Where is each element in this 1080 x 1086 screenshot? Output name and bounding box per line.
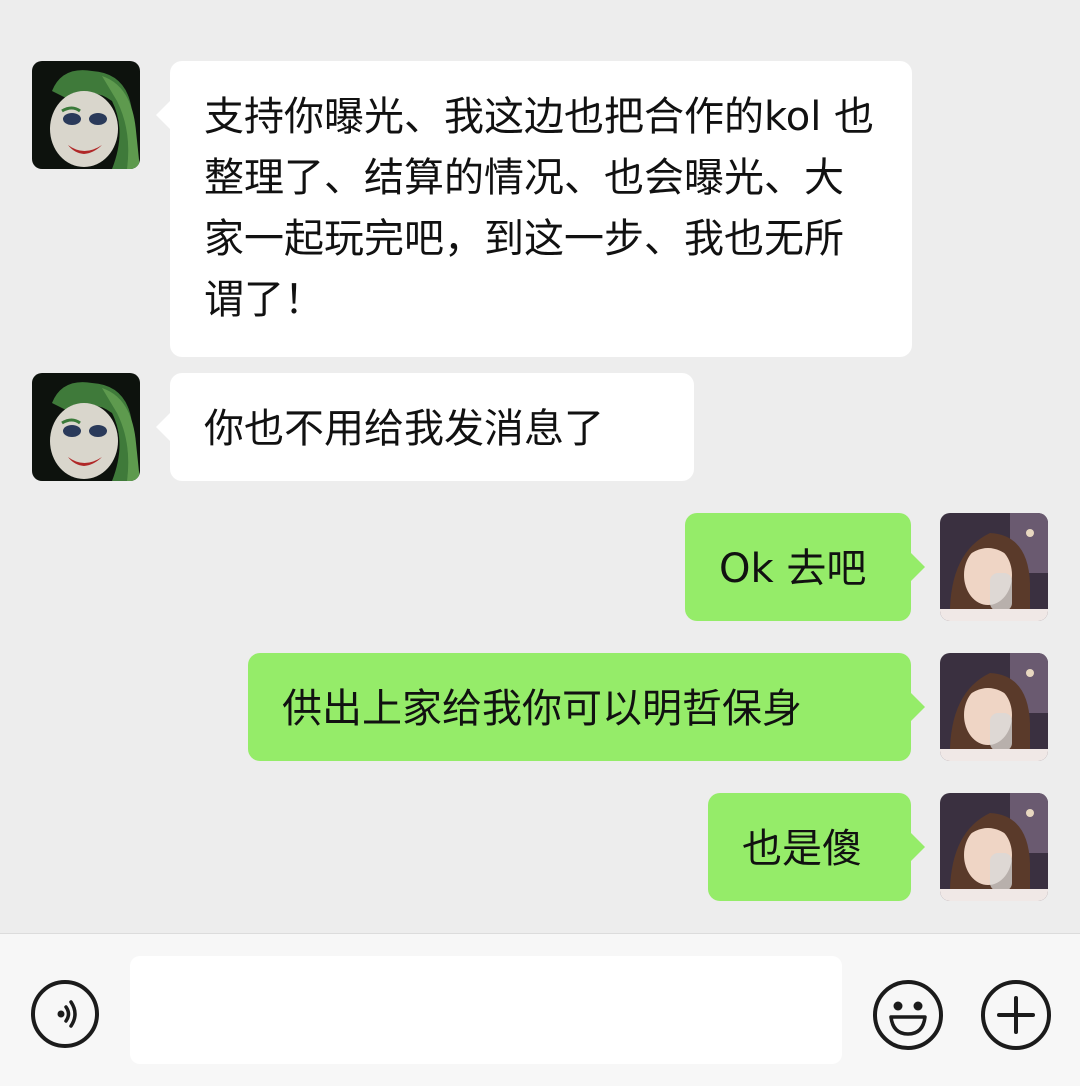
- message-text: 也是傻: [742, 826, 862, 872]
- bubble-tail: [156, 101, 170, 129]
- voice-icon[interactable]: [31, 980, 99, 1048]
- bubble-tail: [156, 413, 170, 441]
- self-avatar[interactable]: [940, 653, 1048, 761]
- message-input[interactable]: [130, 956, 842, 1064]
- message-list[interactable]: 支持你曝光、我这边也把合作的kol 也整理了、结算的情况、也会曝光、大家一起玩完…: [0, 0, 1080, 933]
- self-avatar[interactable]: [940, 513, 1048, 621]
- self-avatar[interactable]: [940, 793, 1048, 901]
- input-bar: [0, 933, 1080, 1086]
- joker-avatar[interactable]: [32, 61, 140, 169]
- message-bubble[interactable]: 也是傻: [708, 793, 911, 901]
- joker-avatar[interactable]: [32, 373, 140, 481]
- message-bubble[interactable]: 你也不用给我发消息了: [170, 373, 694, 481]
- message-text: Ok 去吧: [719, 546, 867, 592]
- bubble-tail: [911, 693, 925, 721]
- message-bubble[interactable]: 供出上家给我你可以明哲保身: [248, 653, 911, 761]
- chat-screen: 支持你曝光、我这边也把合作的kol 也整理了、结算的情况、也会曝光、大家一起玩完…: [0, 0, 1080, 1086]
- message-bubble[interactable]: Ok 去吧: [685, 513, 911, 621]
- plus-icon[interactable]: [981, 980, 1051, 1050]
- emoji-icon[interactable]: [873, 980, 943, 1050]
- message-text: 供出上家给我你可以明哲保身: [282, 686, 802, 732]
- bubble-tail: [911, 833, 925, 861]
- message-text: 支持你曝光、我这边也把合作的kol 也整理了、结算的情况、也会曝光、大家一起玩完…: [204, 94, 875, 323]
- message-bubble[interactable]: 支持你曝光、我这边也把合作的kol 也整理了、结算的情况、也会曝光、大家一起玩完…: [170, 61, 912, 357]
- bubble-tail: [911, 553, 925, 581]
- message-text: 你也不用给我发消息了: [204, 406, 604, 452]
